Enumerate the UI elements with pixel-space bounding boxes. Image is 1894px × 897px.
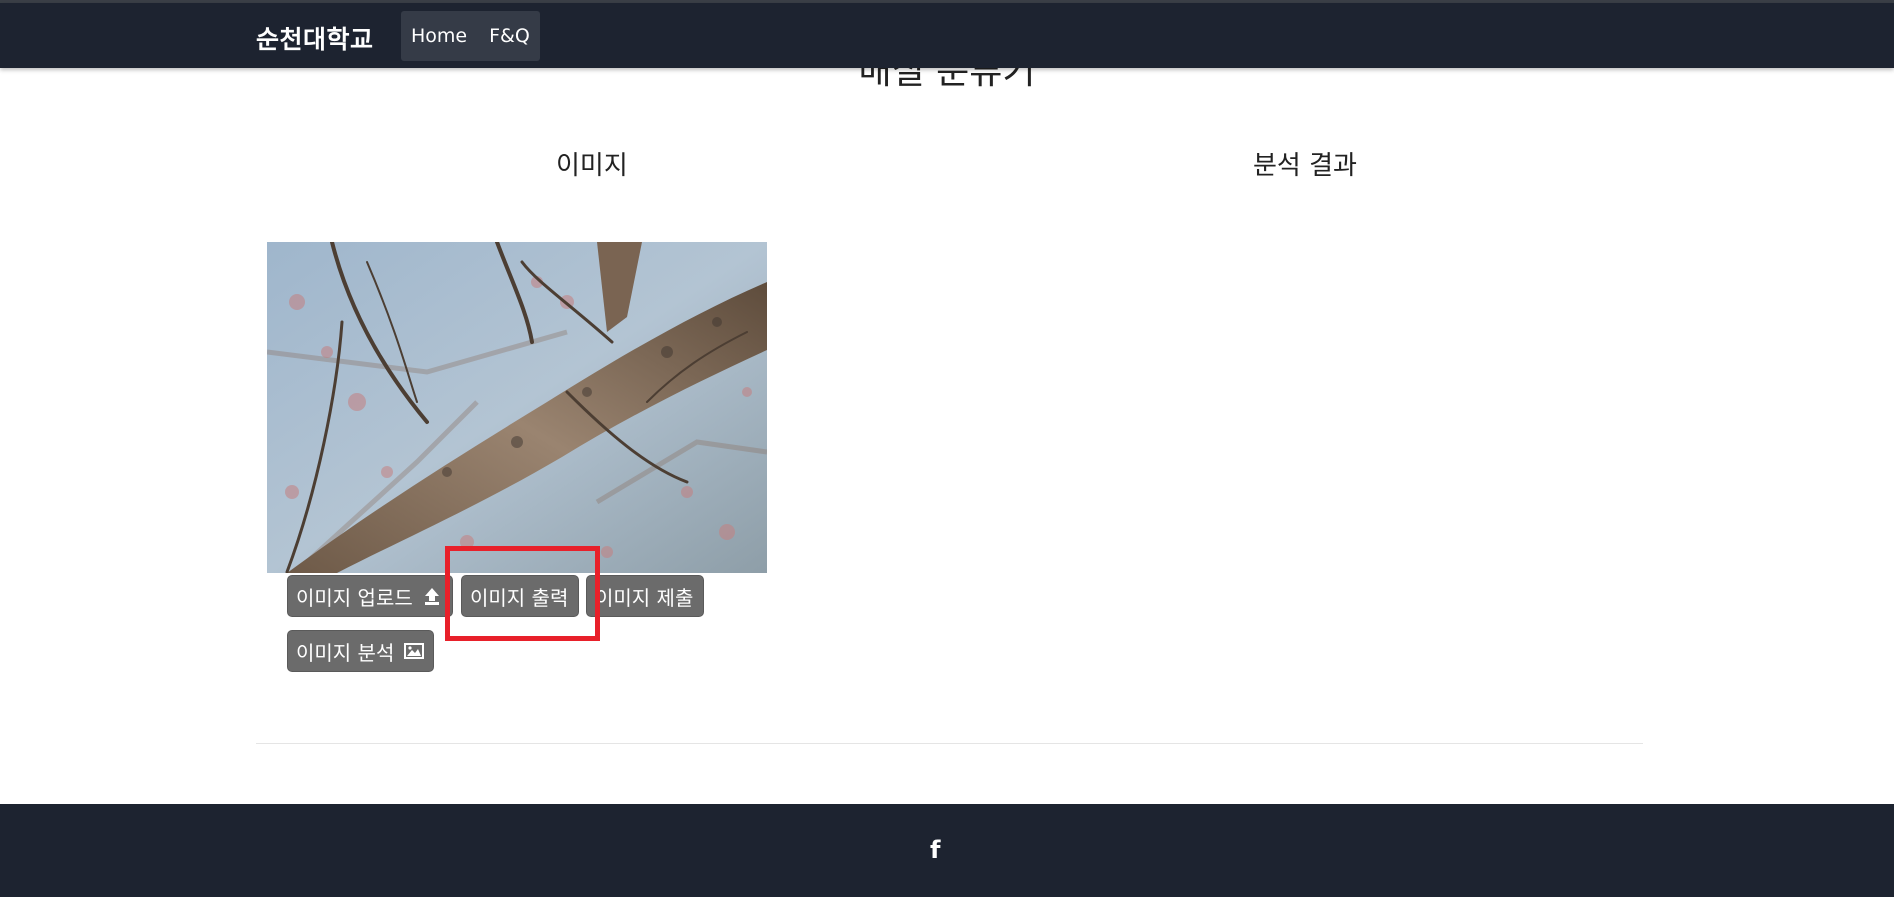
upload-image-button[interactable]: 이미지 업로드: [287, 575, 453, 617]
uploaded-image-preview: [267, 242, 767, 573]
footer: [0, 804, 1894, 897]
nav-links: Home F&Q: [401, 11, 540, 61]
image-icon: [404, 643, 425, 659]
submit-button-label: 이미지 제출: [595, 585, 694, 610]
brand-logo[interactable]: 순천대학교: [256, 20, 374, 56]
print-button-label: 이미지 출력: [470, 585, 569, 610]
divider: [256, 743, 1643, 744]
navbar: 순천대학교 Home F&Q: [0, 3, 1894, 68]
upload-button-label: 이미지 업로드: [296, 585, 413, 610]
image-column-title: 이미지: [556, 151, 628, 181]
upload-icon: [423, 587, 441, 605]
nav-faq-link[interactable]: F&Q: [489, 25, 530, 47]
print-image-button[interactable]: 이미지 출력: [461, 575, 579, 617]
submit-image-button[interactable]: 이미지 제출: [586, 575, 704, 617]
analyze-button-label: 이미지 분석: [296, 640, 395, 665]
analyze-image-button[interactable]: 이미지 분석: [287, 630, 434, 672]
nav-home-link[interactable]: Home: [411, 25, 467, 47]
result-column-title: 분석 결과: [1253, 151, 1357, 181]
facebook-icon[interactable]: f: [930, 836, 940, 864]
